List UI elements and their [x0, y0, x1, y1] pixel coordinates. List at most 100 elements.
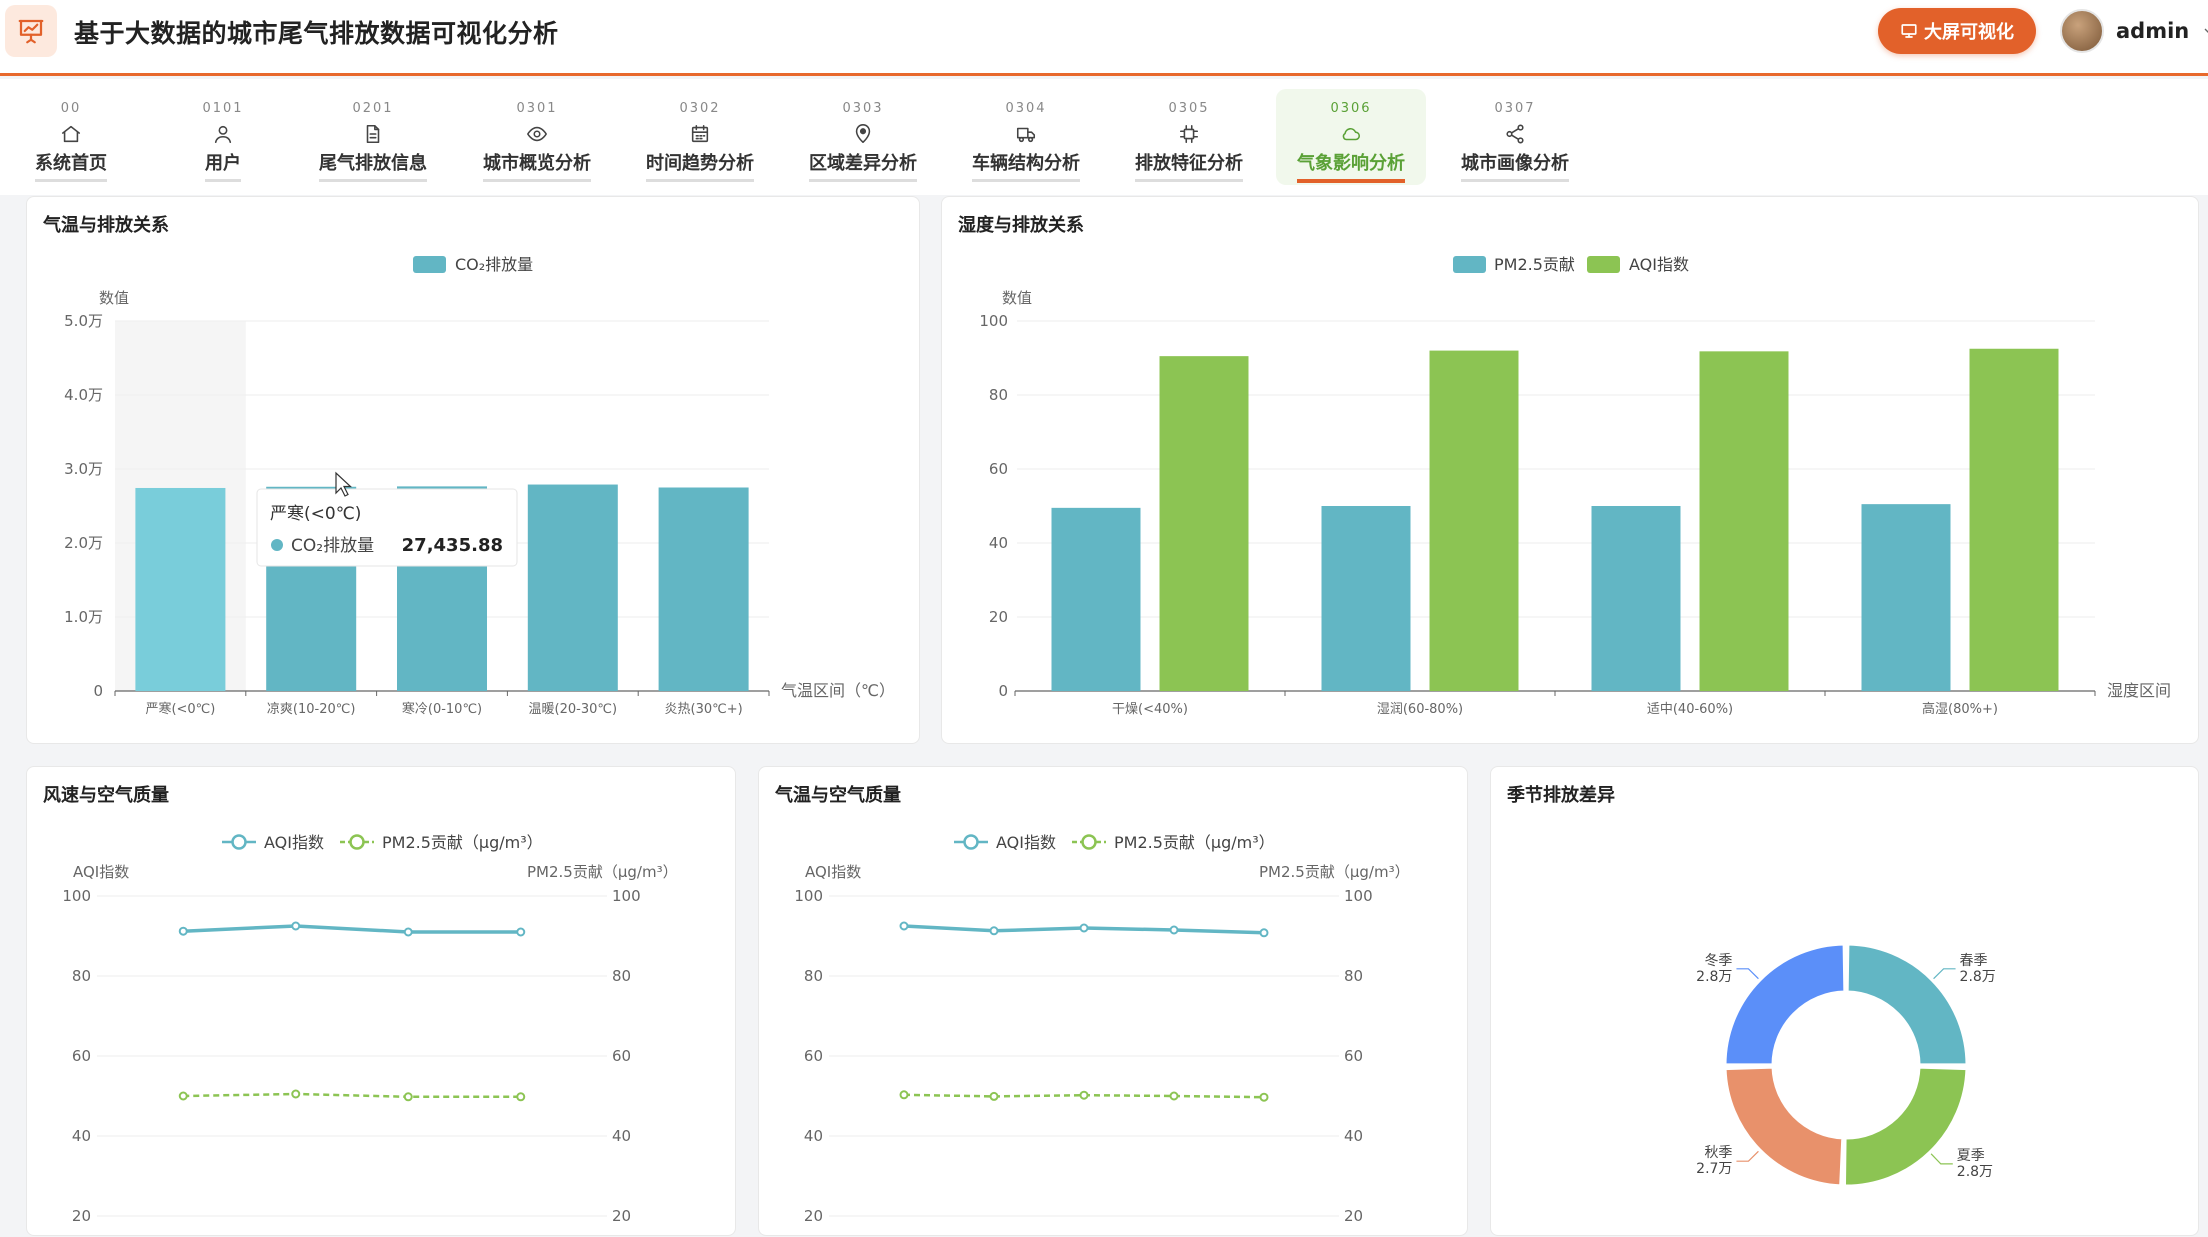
- tooltip-title: 严寒(<0℃): [270, 504, 361, 524]
- humidity-emission-chart: PM2.5贡献 AQI指数数值 0 20 40 60 80 100 干燥(<40%) 湿润(60-…: [979, 255, 2171, 717]
- y-tick-label: 20: [804, 1207, 823, 1225]
- slice-name-label: 秋季: [1704, 1145, 1732, 1161]
- aqi-point[interactable]: [178, 926, 188, 936]
- aqi-point[interactable]: [1259, 928, 1269, 938]
- pm25-point[interactable]: [291, 1089, 301, 1099]
- y-tick-label: 100: [979, 312, 1008, 330]
- avatar[interactable]: [2060, 9, 2104, 53]
- y-tick-label-right: 20: [612, 1207, 631, 1225]
- nav-code: 0101: [202, 101, 244, 116]
- nav-item-document[interactable]: 0201 尾气排放信息: [298, 89, 448, 185]
- legend-label: CO₂排放量: [455, 255, 533, 274]
- nav-code: 00: [60, 101, 82, 116]
- bar-aqi[interactable]: [1429, 350, 1519, 691]
- bar-pm25[interactable]: [1861, 504, 1951, 691]
- pm25-point[interactable]: [403, 1092, 413, 1102]
- nav-code: 0302: [679, 101, 721, 116]
- slice-name-label: 冬季: [1704, 953, 1732, 969]
- pm25-point[interactable]: [1079, 1090, 1089, 1100]
- bar[interactable]: [527, 484, 618, 691]
- y-tick-label-right: 40: [1344, 1127, 1363, 1145]
- y-tick-label: 2.0万: [64, 534, 103, 552]
- nav-item-calendar[interactable]: 0302 时间趋势分析: [625, 89, 775, 185]
- pm25-point[interactable]: [1169, 1091, 1179, 1101]
- legend-swatch: [1453, 256, 1486, 273]
- aqi-point[interactable]: [899, 921, 909, 931]
- aqi-point[interactable]: [1169, 925, 1179, 935]
- temp-air-chart: AQI指数 PM2.5贡献（μg/m³） AQI指数 PM2.5贡献（μg/m³） 20…: [794, 833, 1409, 1225]
- legend-marker: [963, 834, 979, 850]
- x-tick-label: 严寒(<0℃): [145, 701, 215, 717]
- user-name: admin: [2116, 19, 2190, 43]
- aqi-point[interactable]: [516, 927, 526, 937]
- legend-label: PM2.5贡献（μg/m³）: [382, 833, 543, 852]
- nav-label: 系统首页: [35, 149, 107, 182]
- pm25-point[interactable]: [1259, 1092, 1269, 1102]
- y-tick-label: 80: [72, 967, 91, 985]
- location-pin-icon: [855, 124, 871, 144]
- bar[interactable]: [658, 487, 749, 692]
- nav-item-home[interactable]: 00 系统首页: [0, 89, 146, 185]
- leader-line: [1930, 1153, 1953, 1165]
- aqi-point[interactable]: [291, 921, 301, 931]
- y-axis-title: AQI指数: [805, 863, 861, 881]
- nav-item-location-pin[interactable]: 0303 区域差异分析: [788, 89, 938, 185]
- app-title: 基于大数据的城市尾气排放数据可视化分析: [74, 19, 559, 48]
- tooltip-value: 27,435.88: [402, 535, 503, 556]
- y-tick-label: 1.0万: [64, 608, 103, 626]
- pm25-point[interactable]: [899, 1090, 909, 1100]
- bar-pm25[interactable]: [1591, 506, 1681, 691]
- nav-item-truck[interactable]: 0304 车辆结构分析: [951, 89, 1101, 185]
- slice-value-label: 2.8万: [1960, 969, 1996, 985]
- y-tick-label: 60: [989, 460, 1008, 478]
- y-tick-label: 40: [804, 1127, 823, 1145]
- nav-code: 0304: [1005, 101, 1047, 116]
- nav-item-user[interactable]: 0101 用户: [148, 89, 298, 185]
- donut-slice[interactable]: [1845, 942, 1969, 1067]
- donut-slice[interactable]: [1723, 942, 1847, 1067]
- bar-pm25[interactable]: [1321, 506, 1411, 691]
- calendar-icon: [691, 124, 709, 143]
- nav-code: 0303: [842, 101, 884, 116]
- slice-value-label: 2.8万: [1696, 969, 1732, 985]
- donut-slice[interactable]: [1842, 1065, 1969, 1188]
- bar-aqi[interactable]: [1699, 351, 1789, 691]
- bar-aqi[interactable]: [1969, 348, 2059, 691]
- pm25-point[interactable]: [989, 1091, 999, 1101]
- presentation-chart-icon: [18, 19, 44, 44]
- bar-aqi[interactable]: [1159, 356, 1249, 691]
- bar[interactable]: [135, 487, 226, 691]
- main-nav: 00 系统首页 0101 用户 0201 尾气排放信息 0301 城市概览分析 0302 时间趋势…: [0, 79, 2208, 195]
- nav-item-cloud[interactable]: 0306 气象影响分析: [1276, 89, 1426, 185]
- donut-slice[interactable]: [1723, 1065, 1845, 1188]
- bigscreen-button[interactable]: 大屏可视化: [1878, 8, 2036, 54]
- pm25-point[interactable]: [178, 1091, 188, 1101]
- x-tick-label: 炎热(30℃+): [665, 702, 743, 717]
- season-panel: 季节排放差异 春季 2.8万 夏季 2.8万 秋季 2.7万 冬季 2.8万: [1490, 766, 2199, 1236]
- legend-label: AQI指数: [996, 833, 1056, 852]
- bar-pm25[interactable]: [1051, 507, 1141, 691]
- aqi-point[interactable]: [989, 926, 999, 936]
- temp-emission-chart: CO₂排放量数值01.0万2.0万3.0万4.0万5.0万严寒(<0℃) 凉爽(1…: [64, 255, 895, 717]
- monitor-icon: [1901, 24, 1917, 38]
- nav-item-chip[interactable]: 0305 排放特征分析: [1114, 89, 1264, 185]
- humidity-emission-panel: 湿度与排放关系 PM2.5贡献 AQI指数 数值 0 20 40 60 80 100 干燥(<40…: [941, 196, 2199, 744]
- nav-item-eye[interactable]: 0301 城市概览分析: [462, 89, 612, 185]
- aqi-point[interactable]: [1079, 923, 1089, 933]
- app-header: 基于大数据的城市尾气排放数据可视化分析 大屏可视化 admin: [0, 0, 2208, 76]
- pm25-point[interactable]: [516, 1092, 526, 1102]
- aqi-point[interactable]: [403, 927, 413, 937]
- legend-swatch: [1587, 256, 1620, 273]
- slice-name-label: 夏季: [1957, 1148, 1985, 1164]
- y-tick-label: 40: [72, 1127, 91, 1145]
- nav-item-share[interactable]: 0307 城市画像分析: [1440, 89, 1590, 185]
- nav-code: 0201: [352, 101, 394, 116]
- legend-label: PM2.5贡献: [1494, 255, 1575, 274]
- y-axis-title-right: PM2.5贡献（μg/m³）: [527, 863, 678, 881]
- chevron-down-icon[interactable]: [2201, 23, 2208, 39]
- x-tick-label: 温暖(20-30℃): [529, 702, 618, 717]
- user-menu[interactable]: admin: [2060, 8, 2208, 54]
- leader-line: [1736, 968, 1759, 980]
- app-logo[interactable]: [5, 5, 57, 57]
- y-tick-label: 60: [72, 1047, 91, 1065]
